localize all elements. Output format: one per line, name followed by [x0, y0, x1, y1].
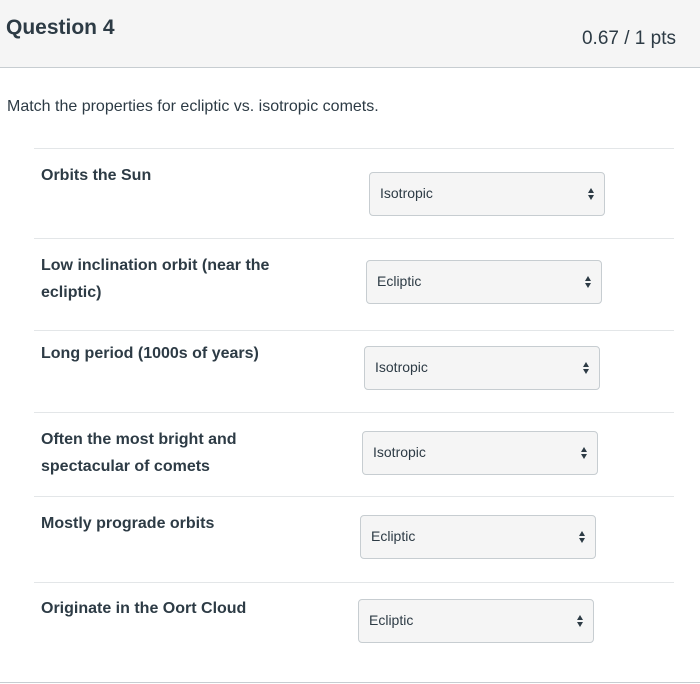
select-value: Isotropic [373, 444, 426, 460]
up-down-chevron-icon [585, 276, 591, 288]
answer-select[interactable]: Isotropic [362, 431, 598, 475]
match-label: Mostly prograde orbits [41, 515, 215, 532]
answer-select[interactable]: Ecliptic [358, 599, 594, 643]
up-down-chevron-icon [581, 447, 587, 459]
match-label: Often the most bright and spectacular of… [41, 431, 237, 475]
answer-select[interactable]: Ecliptic [366, 260, 602, 304]
select-value: Ecliptic [369, 612, 414, 628]
question-title: Question 4 [6, 16, 115, 39]
answer-select[interactable]: Isotropic [369, 172, 605, 216]
select-value: Ecliptic [377, 273, 422, 289]
up-down-chevron-icon [577, 615, 583, 627]
up-down-chevron-icon [588, 188, 594, 200]
match-label: Low inclination orbit (near the ecliptic… [41, 257, 270, 301]
question-text: Match the properties for ecliptic vs. is… [7, 98, 379, 115]
match-label: Orbits the Sun [41, 167, 152, 184]
select-value: Isotropic [380, 185, 433, 201]
up-down-chevron-icon [583, 362, 589, 374]
answer-select[interactable]: Ecliptic [360, 515, 596, 559]
up-down-chevron-icon [579, 531, 585, 543]
select-value: Ecliptic [371, 528, 416, 544]
question-points: 0.67 / 1 pts [581, 28, 676, 49]
question-header: Question 4 0.67 / 1 pts [0, 0, 700, 68]
select-value: Isotropic [375, 359, 428, 375]
match-label: Originate in the Oort Cloud [41, 600, 247, 617]
match-label: Long period (1000s of years) [41, 345, 259, 362]
divider [0, 682, 700, 683]
answer-select[interactable]: Isotropic [364, 346, 600, 390]
